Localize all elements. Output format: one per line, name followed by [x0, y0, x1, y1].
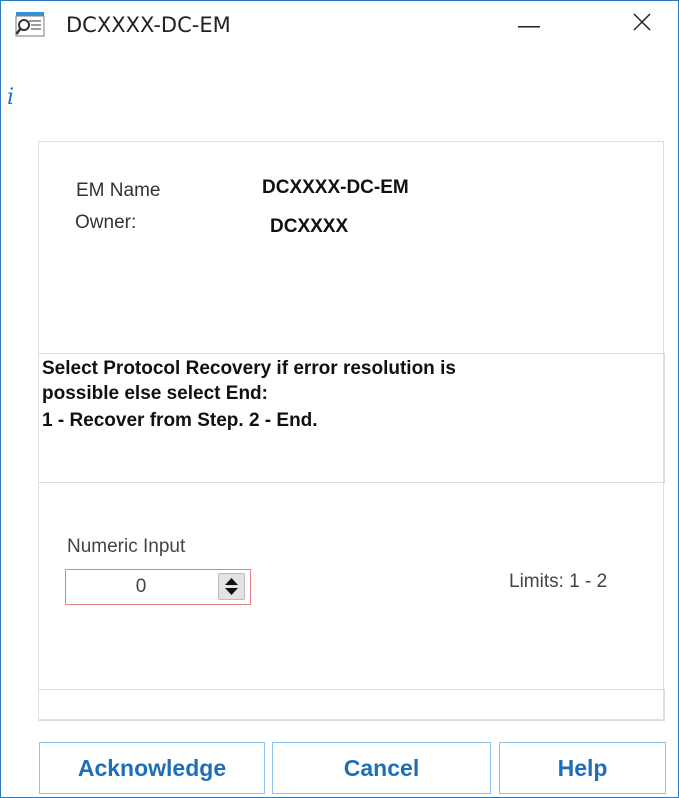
em-name-value: DCXXXX-DC-EM [262, 177, 409, 198]
close-button[interactable] [614, 1, 670, 47]
limits-text: Limits: 1 - 2 [509, 571, 608, 592]
numeric-input-label: Numeric Input [67, 536, 186, 557]
window-title: DCXXXX-DC-EM [66, 13, 231, 37]
document-search-icon [15, 11, 45, 37]
help-button[interactable]: Help [499, 742, 666, 794]
title-bar[interactable]: DCXXXX-DC-EM [1, 1, 678, 41]
acknowledge-button[interactable]: Acknowledge [39, 742, 265, 794]
minimize-button[interactable] [501, 1, 557, 47]
close-icon [633, 12, 651, 36]
message-line: 1 - Recover from Step. 2 - End. [42, 410, 318, 431]
em-name-label: EM Name [76, 180, 161, 201]
owner-label: Owner: [75, 212, 137, 233]
status-strip [38, 689, 665, 721]
minimize-icon [518, 15, 540, 33]
owner-value: DCXXXX [270, 216, 349, 237]
message-line: possible else select End: [42, 383, 268, 404]
message-line: Select Protocol Recovery if error resolu… [42, 358, 456, 379]
numeric-input-field[interactable]: 0 [65, 569, 251, 605]
cancel-button[interactable]: Cancel [272, 742, 491, 794]
dialog-window: DCXXXX-DC-EM i EM Name DCXXXX-DC-EM Owne… [0, 0, 679, 798]
numeric-input-value[interactable]: 0 [66, 570, 216, 604]
numeric-spinner[interactable] [218, 573, 245, 600]
info-icon[interactable]: i [7, 85, 23, 111]
